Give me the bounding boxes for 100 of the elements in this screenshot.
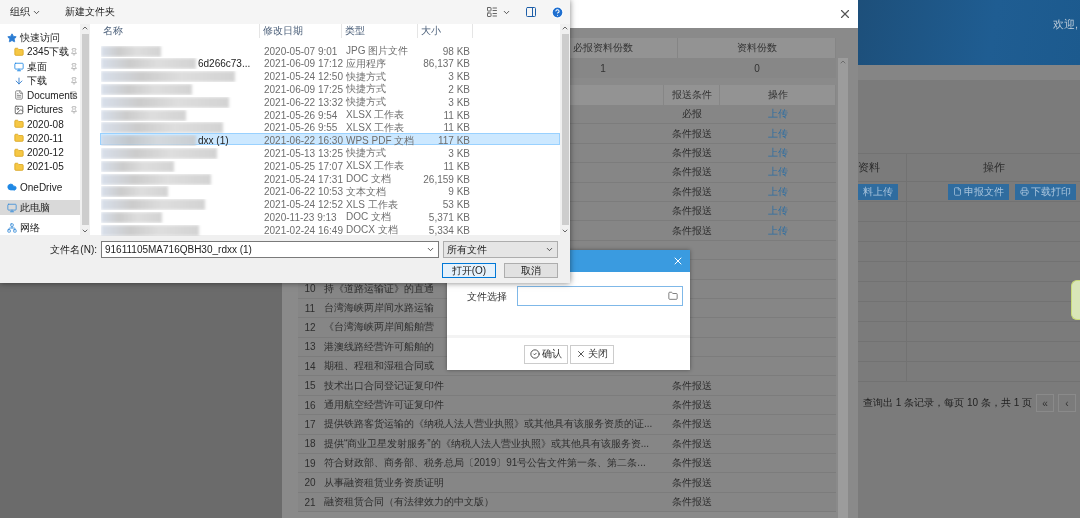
column-header[interactable]: 修改日期	[260, 24, 342, 39]
table-cell: 条件报送	[664, 415, 720, 435]
close-icon[interactable]	[838, 7, 852, 21]
nav-item[interactable]: OneDrive	[0, 180, 80, 195]
star-icon	[7, 33, 17, 44]
scrollbar[interactable]	[838, 58, 848, 518]
file-type: 快捷方式	[345, 95, 387, 110]
file-size: 117 KB	[436, 135, 471, 147]
file-name: dxx (1)	[198, 135, 229, 147]
file-type: WPS PDF 文档	[345, 133, 416, 147]
scroll-up-icon[interactable]	[81, 24, 89, 32]
welcome-text: 欢迎,	[1052, 17, 1079, 32]
check-circle-icon	[529, 349, 540, 359]
table-cell: 条件报送	[664, 163, 720, 183]
table-cell: 提供铁路客货运输的《纳税人法人营业执照》或其他具有该服务资质的证...	[322, 415, 664, 435]
close-button[interactable]: 关闭	[569, 344, 614, 364]
table-cell: 必报	[664, 105, 720, 125]
help-icon[interactable]	[551, 5, 564, 19]
column-header[interactable]: 大小	[418, 24, 473, 39]
confirm-button[interactable]: 确认	[523, 344, 568, 364]
view-options-icon[interactable]	[486, 6, 498, 18]
scroll-down-icon[interactable]	[81, 227, 89, 235]
nav-item[interactable]: Documents	[0, 88, 80, 103]
toolbar-button[interactable]: 新建文件夹	[61, 5, 119, 19]
file-type: 快捷方式	[345, 69, 387, 83]
file-row[interactable]: 2021-05-24 12:52 XLS 工作表 53 KB	[100, 196, 560, 210]
network-icon	[7, 222, 17, 233]
file-row[interactable]: 2021-02-24 16:49 DOCX 文档 5,334 KB	[100, 222, 560, 235]
file-size: 11 KB	[442, 122, 471, 134]
computer-icon	[7, 202, 17, 213]
open-button[interactable]: 打开(O)	[442, 263, 496, 278]
file-row[interactable]: 2020-11-23 9:13 DOC 文档 5,371 KB	[100, 209, 560, 223]
scrollbar[interactable]	[80, 24, 90, 235]
file-row[interactable]: 2021-05-13 13:25 快捷方式 3 KB	[100, 145, 560, 159]
file-row[interactable]: 2021-06-22 10:53 文本文档 9 KB	[100, 183, 560, 197]
nav-item[interactable]: 桌面	[0, 59, 80, 74]
file-name-field[interactable]: 91611105MA716QBH30_rdxx (1)	[101, 241, 439, 258]
close-icon	[575, 349, 586, 359]
table-cell: 技术出口合同登记证复印件	[322, 376, 664, 396]
file-row[interactable]: dxx (1) 2021-06-22 16:30 WPS PDF 文档 117 KB	[100, 132, 560, 146]
file-size: 86,137 KB	[422, 58, 471, 70]
file-size: 2 KB	[447, 83, 471, 95]
preview-pane-icon[interactable]	[525, 6, 537, 18]
column-header[interactable]: 名称	[100, 24, 260, 39]
document-icon	[14, 90, 24, 101]
nav-item[interactable]: 2020-12	[0, 145, 80, 160]
file-type: DOCX 文档	[345, 223, 399, 238]
table-cell: 条件报送	[664, 434, 720, 455]
file-select-field[interactable]	[517, 286, 683, 306]
file-size: 9 KB	[447, 186, 471, 198]
file-date: 2021-06-09 17:25	[263, 83, 343, 95]
table-cell: 融资租赁合同（有法律效力的中文版）	[322, 492, 664, 513]
file-size: 11 KB	[442, 160, 471, 172]
file-row[interactable]: 2021-05-26 9:54 XLSX 工作表 11 KB	[100, 107, 560, 120]
nav-item[interactable]: 2020-11	[0, 131, 80, 146]
picture-icon	[14, 104, 24, 115]
scroll-down-icon[interactable]	[561, 227, 569, 235]
nav-item[interactable]: 2021-05	[0, 159, 80, 175]
download-icon	[14, 76, 24, 87]
folder-icon	[14, 119, 24, 130]
file-name-label: 文件名(N):	[50, 242, 97, 257]
file-size: 26,159 KB	[422, 173, 471, 185]
file-size: 3 KB	[447, 71, 471, 83]
folder-icon	[668, 291, 678, 301]
table-cell: 19	[298, 454, 322, 474]
file-date: 2021-05-26 9:54	[263, 109, 339, 121]
scroll-up-icon[interactable]	[561, 24, 569, 32]
nav-item[interactable]: 下载	[0, 73, 80, 89]
monitor-icon	[14, 61, 24, 72]
file-date: 2021-06-22 16:30	[263, 135, 343, 147]
file-date: 2021-05-24 12:52	[263, 199, 343, 211]
file-row[interactable]: 2021-06-22 13:32 快捷方式 3 KB	[100, 94, 560, 108]
table-cell: 条件报送	[664, 201, 720, 222]
table-cell: 条件报送	[664, 473, 720, 493]
file-date: 2021-05-25 17:07	[263, 160, 343, 172]
table-cell: 12	[298, 318, 322, 338]
nav-item[interactable]: Pictures	[0, 102, 80, 117]
nav-item[interactable]: 2345下载	[0, 45, 80, 60]
nav-item[interactable]: 2020-08	[0, 116, 80, 132]
cancel-button[interactable]: 取消	[504, 263, 558, 278]
caret-icon	[545, 245, 554, 254]
nav-item[interactable]: 网络	[0, 220, 80, 236]
file-date: 2021-05-13 13:25	[263, 147, 343, 159]
file-type-select[interactable]: 所有文件	[443, 241, 558, 258]
nav-item[interactable]: 快速访问	[0, 31, 80, 46]
folder-icon	[14, 47, 24, 58]
side-tab[interactable]	[1071, 280, 1080, 320]
table-cell: 20	[298, 473, 322, 493]
file-date: 2021-06-22 10:53	[263, 186, 343, 198]
column-header: 操作	[907, 154, 1080, 182]
pagination-summary: 查询出 1 条记录，每页 10 条，共 1 页	[862, 396, 1032, 410]
file-row[interactable]: 2021-05-25 17:07 XLSX 工作表 11 KB	[100, 158, 560, 171]
nav-item[interactable]: 此电脑	[0, 200, 80, 215]
file-date: 2021-05-26 9:55	[263, 122, 339, 134]
table-cell: 13	[298, 337, 322, 358]
column-header[interactable]: 类型	[342, 24, 418, 39]
file-row[interactable]: 2021-05-24 17:31 DOC 文档 26,159 KB	[100, 171, 560, 184]
toolbar-button[interactable]: 组织	[6, 5, 45, 19]
file-row[interactable]: 2021-06-09 17:25 快捷方式 2 KB	[100, 81, 560, 95]
scrollbar[interactable]	[560, 24, 570, 235]
